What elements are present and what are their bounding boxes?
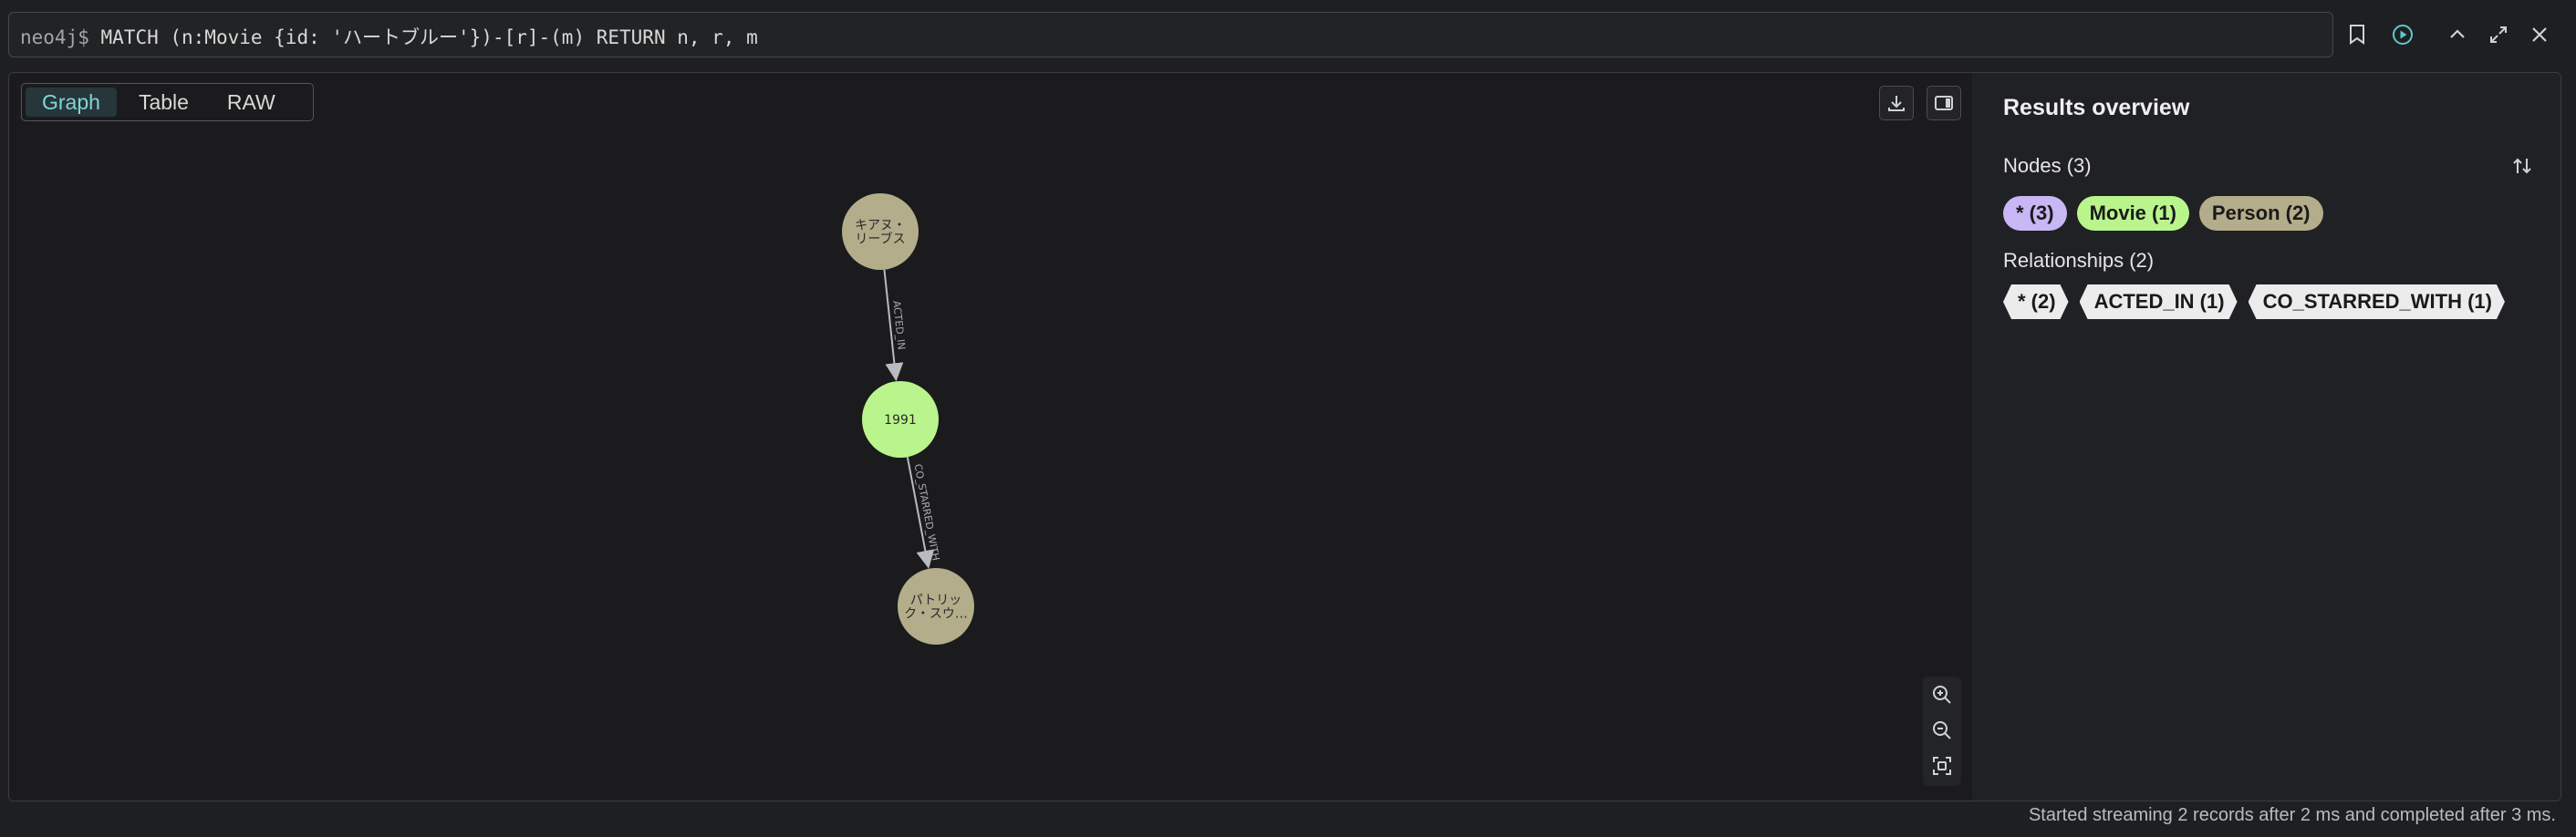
result-frame: Graph Table RAW ACTED_IN CO_STARRED_WITH …: [8, 72, 2561, 801]
node-caption: ク・スウ…: [904, 607, 968, 622]
query-text[interactable]: MATCH (n:Movie {id: 'ハートブルー'})-[r]-(m) R…: [101, 26, 758, 48]
close-icon[interactable]: [2527, 22, 2552, 47]
nodes-heading: Nodes (3): [2003, 154, 2092, 177]
zoom-in-icon[interactable]: [1923, 678, 1961, 711]
query-prompt: neo4j$: [20, 26, 89, 48]
run-icon[interactable]: [2390, 22, 2415, 47]
rel-chip-all[interactable]: * (2): [2003, 284, 2069, 319]
node-caption: リーブス: [855, 232, 905, 247]
node-caption: パトリッ: [910, 594, 961, 608]
relationships-heading: Relationships (2): [2003, 249, 2155, 272]
rel-chip-acted-in[interactable]: ACTED_IN (1): [2080, 284, 2238, 319]
node-chip-movie[interactable]: Movie (1): [2076, 196, 2189, 231]
node-chip-all[interactable]: * (3): [2003, 196, 2067, 231]
node-caption: 1991: [884, 413, 917, 428]
relationship-label: CO_STARRED_WITH: [912, 463, 942, 562]
overview-title: Results overview: [2003, 95, 2190, 120]
query-editor[interactable]: neo4j$ MATCH (n:Movie {id: 'ハートブルー'})-[r…: [20, 23, 758, 50]
bookmark-icon[interactable]: [2345, 23, 2369, 46]
expand-icon[interactable]: [2486, 22, 2511, 47]
sort-icon[interactable]: [2508, 152, 2536, 180]
node-caption: キアヌ・: [855, 219, 906, 233]
rel-chip-co-starred-with[interactable]: CO_STARRED_WITH (1): [2249, 284, 2505, 319]
node-chip-person[interactable]: Person (2): [2198, 196, 2323, 231]
graph-svg[interactable]: ACTED_INCO_STARRED_WITH キアヌ・リーブス1991パトリッ…: [9, 73, 1971, 801]
graph-canvas[interactable]: Graph Table RAW ACTED_IN CO_STARRED_WITH …: [9, 73, 1971, 801]
fit-to-screen-icon[interactable]: [1923, 749, 1961, 782]
status-message: Started streaming 2 records after 2 ms a…: [2028, 805, 2556, 825]
query-bar[interactable]: neo4j$ MATCH (n:Movie {id: 'ハートブルー'})-[r…: [8, 12, 2333, 57]
results-overview-panel: Results overview Nodes (3) * (3) Movie (…: [1972, 73, 2560, 801]
relationship-chips: * (2) ACTED_IN (1) CO_STARRED_WITH (1): [2003, 284, 2505, 319]
zoom-controls: [1923, 677, 1961, 786]
zoom-out-icon[interactable]: [1923, 714, 1961, 747]
chevron-up-icon[interactable]: [2445, 22, 2470, 47]
node-label-chips: * (3) Movie (1) Person (2): [2003, 196, 2323, 231]
